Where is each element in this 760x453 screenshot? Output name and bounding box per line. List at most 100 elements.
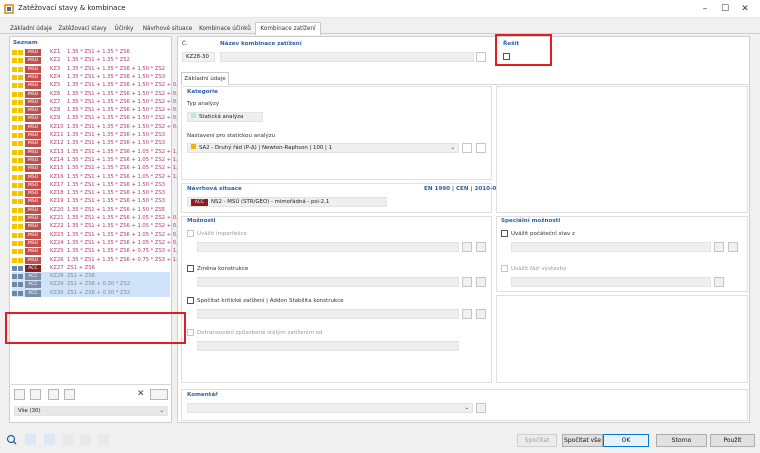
selection-icon[interactable] <box>80 434 91 445</box>
list-item[interactable]: MSÚ KZ14 1.35 * ZS1 + 1.35 * ZS6 + 1.05 * … <box>12 156 178 164</box>
list-item[interactable]: MSÚ KZ11 1.35 * ZS1 + 1.35 * ZS6 + 1.50 * … <box>12 131 170 139</box>
list-item[interactable]: MSÚ KZ7 1.35 * ZS1 + 1.35 * ZS6 + 1.50 * Z… <box>12 98 178 106</box>
table-icon[interactable] <box>44 434 55 445</box>
tab-action-combinations[interactable]: Kombinace účinků <box>196 22 254 34</box>
list-item[interactable]: MSÚ KZ5 1.35 * ZS1 + 1.35 * ZS6 + 1.50 * Z… <box>12 81 178 90</box>
structure-change-checkbox[interactable] <box>187 265 194 272</box>
list-item[interactable]: ACC KZ27 ZS1 + ZS6 <box>12 264 170 272</box>
static-settings-select[interactable]: SA2 - Druhý řád (P-Δ) | Newton-Raphson |… <box>187 143 459 153</box>
list-filter[interactable]: Vše (30) ⌄ <box>14 406 168 416</box>
edit-construction-stage-icon[interactable] <box>714 277 724 287</box>
help-icon[interactable] <box>6 434 17 445</box>
consider-from-field[interactable] <box>197 341 459 351</box>
edit-name-icon[interactable] <box>476 52 486 62</box>
comment-library-icon[interactable] <box>476 403 486 413</box>
close-icon[interactable]: ✕ <box>736 2 754 16</box>
type-tag: MSÚ <box>25 73 41 81</box>
combination-id: KZ4 <box>50 73 61 80</box>
calculate-button[interactable]: Spočítat <box>517 434 557 447</box>
list-item[interactable]: MSÚ KZ2 1.35 * ZS1 + 1.35 * ZS2 <box>12 56 170 65</box>
tab-basic-data[interactable]: Základní údaje <box>6 22 56 34</box>
no-field[interactable]: KZ28-30 <box>182 52 215 62</box>
new-critical-load-icon[interactable] <box>462 309 472 319</box>
new-item-icon[interactable] <box>14 389 25 400</box>
edit-settings-icon[interactable] <box>476 143 486 153</box>
name-field[interactable] <box>220 52 474 62</box>
structure-change-field[interactable] <box>197 277 459 287</box>
design-situation-field[interactable]: ACC NS2 - MSÚ (STR/GEO) - mimořádná - psi… <box>187 197 387 207</box>
edit-critical-load-icon[interactable] <box>476 309 486 319</box>
color-icon <box>18 290 23 296</box>
calculate-all-button[interactable]: Spočítat vše <box>562 434 603 447</box>
critical-load-field[interactable] <box>197 309 459 319</box>
list-item[interactable]: MSÚ KZ25 1.35 * ZS1 + 1.35 * ZS6 + 0.75 * … <box>12 247 178 256</box>
list-item[interactable]: ACC KZ29 ZS1 + ZS6 + 0.30 * ZS2 <box>12 280 170 289</box>
list-item[interactable]: MSÚ KZ3 1.35 * ZS1 + 1.35 * ZS6 + 1.50 * Z… <box>12 65 170 73</box>
color-icon <box>18 207 23 213</box>
list-item[interactable]: MSÚ KZ9 1.35 * ZS1 + 1.35 * ZS6 + 1.50 * Z… <box>12 114 178 123</box>
sort-icon[interactable] <box>48 389 59 400</box>
list-item[interactable]: MSÚ KZ24 1.35 * ZS1 + 1.35 * ZS6 + 1.05 * … <box>12 239 178 247</box>
subtab-basic-data[interactable]: Základní údaje <box>181 72 229 85</box>
maximize-icon[interactable]: ☐ <box>716 2 734 16</box>
combination-expression: 1.35 * ZS1 + 1.35 * ZS6 <box>67 49 130 55</box>
combination-expression: 1.35 * ZS1 + 1.35 * ZS6 + 1.50 * ZS2 + 0… <box>67 123 178 130</box>
list-item[interactable]: MSÚ KZ21 1.35 * ZS1 + 1.35 * ZS6 + 1.05 * … <box>12 214 178 222</box>
list-item[interactable]: MSÚ KZ15 1.35 * ZS1 + 1.35 * ZS6 + 1.05 * … <box>12 164 178 173</box>
new-initial-state-icon[interactable] <box>714 242 724 252</box>
list-item[interactable]: MSÚ KZ22 1.35 * ZS1 + 1.35 * ZS6 + 1.05 * … <box>12 222 178 231</box>
consider-from-checkbox[interactable] <box>187 329 194 336</box>
apply-button[interactable]: Použít <box>710 434 755 447</box>
new-imperfection-icon[interactable] <box>462 242 472 252</box>
edit-initial-state-icon[interactable] <box>728 242 738 252</box>
delete-icon[interactable]: ✕ <box>137 389 146 400</box>
list-item[interactable]: MSÚ KZ19 1.35 * ZS1 + 1.35 * ZS6 + 1.50 * … <box>12 197 170 206</box>
imperfection-checkbox[interactable] <box>187 230 194 237</box>
initial-state-checkbox[interactable] <box>501 230 508 237</box>
ok-button[interactable]: OK <box>603 434 649 447</box>
critical-load-checkbox[interactable] <box>187 297 194 304</box>
list-item[interactable]: MSÚ KZ13 1.35 * ZS1 + 1.35 * ZS6 + 1.05 * … <box>12 148 178 156</box>
options-dropdown-icon[interactable] <box>150 389 168 400</box>
copy-item-icon[interactable] <box>30 389 41 400</box>
list-item[interactable]: MSÚ KZ1 1.35 * ZS1 + 1.35 * ZS6 <box>12 48 170 56</box>
color-icon <box>18 182 23 188</box>
list-item[interactable]: MSÚ KZ6 1.35 * ZS1 + 1.35 * ZS6 + 1.50 * Z… <box>12 90 178 98</box>
tab-actions[interactable]: Účinky <box>109 22 139 34</box>
status-icon <box>12 274 17 280</box>
initial-state-field[interactable] <box>511 242 711 252</box>
list-item[interactable]: MSÚ KZ8 1.35 * ZS1 + 1.35 * ZS6 + 1.50 * Z… <box>12 106 178 115</box>
list-item[interactable]: MSÚ KZ4 1.35 * ZS1 + 1.35 * ZS6 + 1.50 * Z… <box>12 73 170 81</box>
list-item[interactable]: MSÚ KZ12 1.35 * ZS1 + 1.35 * ZS6 + 1.50 * … <box>12 139 170 148</box>
edit-imperfection-icon[interactable] <box>476 242 486 252</box>
list-item[interactable]: MSÚ KZ26 1.35 * ZS1 + 1.35 * ZS6 + 0.75 * … <box>12 256 178 264</box>
tab-load-cases[interactable]: Zatěžovací stavy <box>57 22 108 34</box>
list-item[interactable]: MSÚ KZ23 1.35 * ZS1 + 1.35 * ZS6 + 1.05 * … <box>12 231 178 239</box>
combination-id: KZ25 <box>50 248 64 255</box>
units-icon[interactable] <box>25 434 36 445</box>
construction-stage-checkbox[interactable] <box>501 265 508 272</box>
pick-icon[interactable] <box>98 434 109 445</box>
analysis-type-field[interactable]: Statická analýza <box>187 112 263 122</box>
color-icon <box>18 249 23 255</box>
imperfection-field[interactable] <box>197 242 459 252</box>
tab-design-situations[interactable]: Návrhové situace <box>140 22 195 34</box>
renumber-icon[interactable] <box>64 389 75 400</box>
edit-structure-change-icon[interactable] <box>476 277 486 287</box>
list-item[interactable]: MSÚ KZ10 1.35 * ZS1 + 1.35 * ZS6 + 1.50 * … <box>12 123 178 131</box>
new-settings-icon[interactable] <box>462 143 472 153</box>
list-item[interactable]: ACC KZ28 ZS1 + ZS6 <box>12 272 170 281</box>
list-item[interactable]: MSÚ KZ18 1.35 * ZS1 + 1.35 * ZS6 + 1.50 * … <box>12 189 170 198</box>
list-item[interactable]: MSÚ KZ16 1.35 * ZS1 + 1.35 * ZS6 + 1.05 * … <box>12 173 178 181</box>
list-item[interactable]: MSÚ KZ20 1.35 * ZS1 + 1.35 * ZS6 + 1.50 * … <box>12 206 170 214</box>
list-item[interactable]: ACC KZ30 ZS1 + ZS6 + 0.30 * ZS2 <box>12 288 170 297</box>
construction-stage-field[interactable] <box>511 277 711 287</box>
new-structure-change-icon[interactable] <box>462 277 472 287</box>
link-icon[interactable] <box>63 434 74 445</box>
cancel-button[interactable]: Storno <box>656 434 707 447</box>
comment-field[interactable]: ⌄ <box>187 403 473 413</box>
status-icon <box>12 199 17 205</box>
list-item[interactable]: MSÚ KZ17 1.35 * ZS1 + 1.35 * ZS6 + 1.50 * … <box>12 181 170 189</box>
tab-load-combinations[interactable]: Kombinace zatížení <box>255 22 321 35</box>
minimize-icon[interactable]: – <box>696 2 714 16</box>
